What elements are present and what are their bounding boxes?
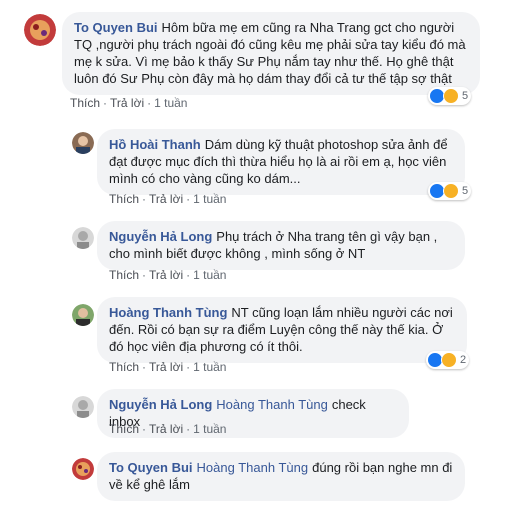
comment-author[interactable]: Hoàng Thanh Tùng <box>109 305 227 320</box>
like-button[interactable]: Thích <box>109 360 139 374</box>
comment-text: mình có cho vàng cũng ko dám... <box>109 171 301 186</box>
comment-time[interactable]: 1 tuần <box>154 96 187 110</box>
avatar[interactable] <box>72 227 94 249</box>
comment-text: cho mình biết được không , mình sống ở N… <box>109 246 366 261</box>
comment-text: Phụ trách ở Nha trang tên gì vậy bạn , <box>216 229 438 244</box>
comment-bubble: To Quyen Bui Hôm bữa mẹ em cũng ra Nha Tr… <box>62 12 480 95</box>
tagged-user[interactable]: Hoàng Thanh Tùng <box>197 460 309 475</box>
comment-bubble: Nguyễn Hả Long Phụ trách ở Nha trang tên … <box>97 221 465 270</box>
comment-text: đúng rồi bạn nghe mn đi <box>312 460 453 475</box>
comment-actions: Thích · Trả lời · 1 tuần <box>109 268 227 282</box>
comment-author[interactable]: To Quyen Bui <box>74 20 158 35</box>
comment-bubble: To Quyen Bui Hoàng Thanh Tùng đúng rồi bạn… <box>97 452 465 501</box>
comment-bubble: Hoàng Thanh Tùng NT cũng loạn lắm nhiều n… <box>97 297 467 363</box>
avatar[interactable] <box>72 304 94 326</box>
comment-time[interactable]: 1 tuần <box>193 192 226 206</box>
avatar[interactable] <box>72 132 94 154</box>
comment-actions: Thích · Trả lời · 1 tuần <box>109 422 227 436</box>
like-button[interactable]: Thích <box>70 96 100 110</box>
like-button[interactable]: Thích <box>109 268 139 282</box>
comment-text: Dám dùng kỹ thuật photoshop sửa ảnh để <box>204 137 448 152</box>
comment-author[interactable]: Hồ Hoài Thanh <box>109 137 201 152</box>
comment-time[interactable]: 1 tuần <box>193 268 226 282</box>
avatar[interactable] <box>72 458 94 480</box>
reply-button[interactable]: Trả lời <box>110 96 144 110</box>
reaction-count: 5 <box>462 90 469 102</box>
tagged-user[interactable]: Hoàng Thanh Tùng <box>216 397 328 412</box>
comment-time[interactable]: 1 tuần <box>193 360 226 374</box>
reaction-summary[interactable]: 2 <box>426 351 470 369</box>
comment-text: đến. Rồi có bạn sự ra điểm Luyện công th… <box>109 322 444 337</box>
comment-text: đạt được mục đích thì thừa hiểu họ là ai… <box>109 154 447 169</box>
comment-author[interactable]: Nguyễn Hả Long <box>109 229 212 244</box>
reaction-summary[interactable]: 5 <box>428 87 472 105</box>
wow-icon <box>443 88 459 104</box>
reply-button[interactable]: Trả lời <box>149 192 183 206</box>
comment-text: mẹ k sửa. Vì mẹ bảo k thấy Sư Phụ nắm ta… <box>74 54 454 69</box>
like-button[interactable]: Thích <box>109 192 139 206</box>
reaction-summary[interactable]: 5 <box>428 182 472 200</box>
avatar[interactable] <box>24 14 56 46</box>
reply-button[interactable]: Trả lời <box>149 422 183 436</box>
reply-button[interactable]: Trả lời <box>149 268 183 282</box>
comment-bubble: Hồ Hoài Thanh Dám dùng kỹ thuật photoshop… <box>97 129 465 195</box>
reply-button[interactable]: Trả lời <box>149 360 183 374</box>
comment-author[interactable]: To Quyen Bui <box>109 460 193 475</box>
comment-text: NT cũng loạn lắm nhiều người các nơi <box>231 305 453 320</box>
comment-actions: Thích · Trả lời · 1 tuần <box>109 192 227 206</box>
like-button[interactable]: Thích <box>109 422 139 436</box>
comment-actions: Thích · Trả lời · 1 tuần <box>109 360 227 374</box>
avatar[interactable] <box>72 396 94 418</box>
comment-author[interactable]: Nguyễn Hả Long <box>109 397 212 412</box>
reaction-count: 5 <box>462 185 469 197</box>
comment-time[interactable]: 1 tuần <box>193 422 226 436</box>
reaction-count: 2 <box>460 354 467 366</box>
comment-text: về kể ghê lắm <box>109 477 190 492</box>
comment-text: luôn đó Sư Phụ còn đây mà họ dám thay đổ… <box>74 71 452 86</box>
comment-text: đó học viên địa phương có ít thôi. <box>109 339 303 354</box>
sad-icon <box>441 352 457 368</box>
comment-text: TQ ,người phụ trách ngoài đó cũng kêu mẹ… <box>74 37 466 52</box>
comment-text: Hôm bữa mẹ em cũng ra Nha Trang gct cho … <box>161 20 455 35</box>
comment-actions: Thích · Trả lời · 1 tuần <box>70 96 188 110</box>
sad-icon <box>443 183 459 199</box>
